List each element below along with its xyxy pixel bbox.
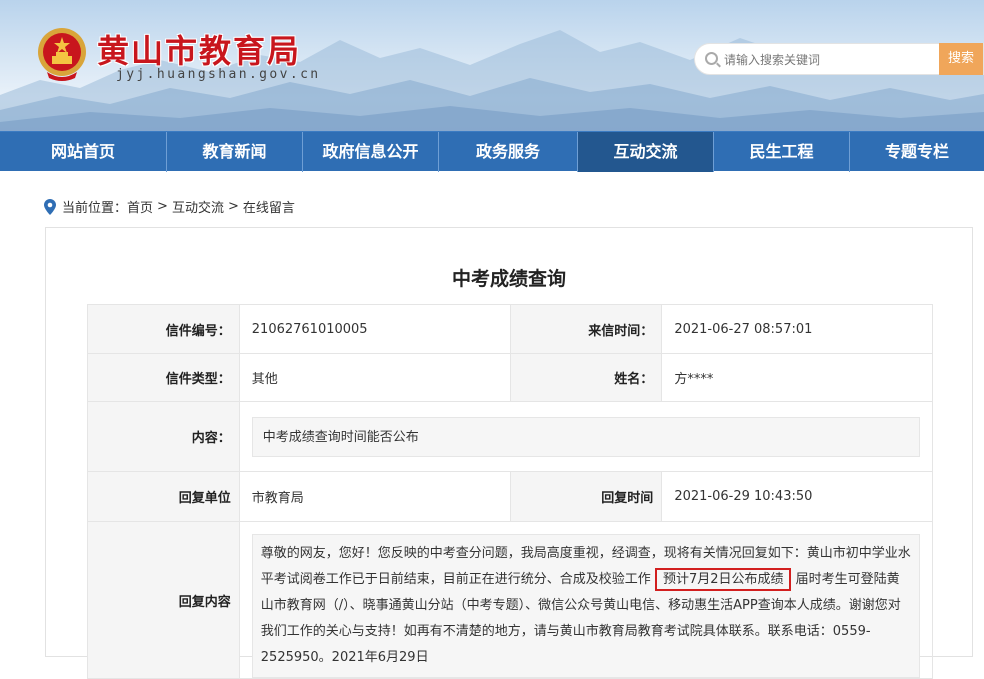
nav-item-topics[interactable]: 专题专栏: [850, 132, 984, 172]
sender-name-label: 姓名：: [509, 353, 663, 402]
search-icon: [705, 52, 718, 65]
content-value: 中考成绩查询时间能否公布: [251, 416, 920, 457]
breadcrumb-separator: >: [227, 199, 239, 214]
letter-number-label: 信件编号：: [87, 304, 240, 354]
letter-time-value: 2021-06-27 08:57:01: [661, 304, 933, 354]
nav-item-services[interactable]: 政务服务: [439, 132, 578, 172]
breadcrumb: 当前位置： 首页 > 互动交流 > 在线留言: [44, 197, 295, 216]
table-row: 信件类型： 其他 姓名： 方****: [87, 353, 933, 402]
content-label: 内容：: [87, 401, 240, 472]
reply-unit-label: 回复单位: [87, 471, 240, 522]
nav-item-gov-info[interactable]: 政府信息公开: [303, 132, 439, 172]
reply-time-label: 回复时间: [509, 471, 663, 522]
reply-content-cell: 尊敬的网友，您好！您反映的中考查分问题，我局高度重视，经调查，现将有关情况回复如…: [238, 521, 934, 679]
main-nav: 网站首页 教育新闻 政府信息公开 政务服务 互动交流 民生工程 专题专栏: [0, 131, 984, 172]
letter-type-value: 其他: [238, 353, 511, 402]
nav-item-home[interactable]: 网站首页: [0, 132, 167, 172]
search-box: 搜索: [694, 43, 984, 75]
page-title: 中考成绩查询: [451, 268, 566, 290]
table-row: 信件编号： 21062761010005 来信时间： 2021-06-27 08…: [87, 304, 933, 354]
table-row: 内容： 中考成绩查询时间能否公布: [87, 401, 934, 472]
search-input[interactable]: [724, 51, 934, 69]
nav-item-livelihood[interactable]: 民生工程: [714, 132, 850, 172]
site-domain: jyj.huangshan.gov.cn: [116, 67, 321, 82]
table-row: 回复内容 尊敬的网友，您好！您反映的中考查分问题，我局高度重视，经调查，现将有关…: [87, 521, 934, 679]
letter-type-label: 信件类型：: [87, 353, 240, 402]
letter-table: 信件编号： 21062761010005 来信时间： 2021-06-27 08…: [87, 304, 934, 679]
letter-panel: 中考成绩查询 信件编号： 21062761010005 来信时间： 2021-0…: [45, 227, 973, 679]
site-header: 黄山市教育局 jyj.huangshan.gov.cn 搜索: [0, 0, 984, 131]
breadcrumb-prefix: 当前位置：: [62, 201, 128, 216]
nav-item-interaction[interactable]: 互动交流: [578, 132, 714, 172]
breadcrumb-separator: >: [157, 199, 168, 214]
breadcrumb-current[interactable]: 在线留言: [243, 197, 295, 216]
reply-highlight: 预计7月2日公布成绩: [654, 568, 792, 591]
reply-content-value: 尊敬的网友，您好！您反映的中考查分问题，我局高度重视，经调查，现将有关情况回复如…: [251, 534, 920, 678]
breadcrumb-home-link[interactable]: 首页: [127, 197, 153, 216]
content-cell: 中考成绩查询时间能否公布: [238, 401, 934, 472]
letter-time-label: 来信时间：: [509, 304, 663, 354]
reply-content-label: 回复内容: [87, 521, 240, 679]
reply-unit-value: 市教育局: [238, 471, 511, 522]
letter-number-value: 21062761010005: [238, 304, 511, 354]
reply-time-value: 2021-06-29 10:43:50: [661, 471, 933, 522]
breadcrumb-interaction-link[interactable]: 互动交流: [172, 197, 224, 216]
search-button[interactable]: 搜索: [939, 43, 983, 75]
nav-item-news[interactable]: 教育新闻: [167, 132, 303, 172]
national-emblem-icon: [38, 28, 86, 81]
site-title[interactable]: 黄山市教育局: [97, 26, 301, 72]
location-pin-icon: [44, 198, 56, 215]
table-row: 回复单位 市教育局 回复时间 2021-06-29 10:43:50: [87, 471, 933, 522]
sender-name-value: 方****: [661, 353, 933, 402]
